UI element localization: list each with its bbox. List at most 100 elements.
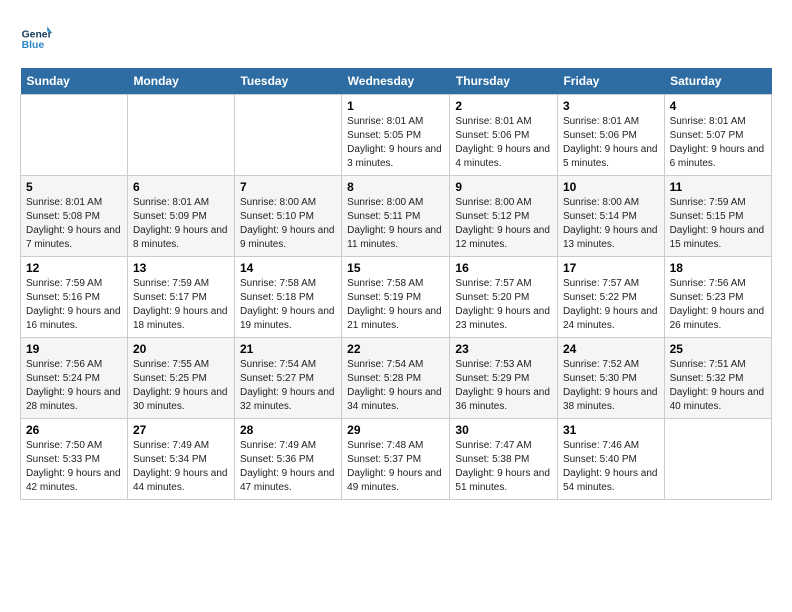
day-info: Sunrise: 8:01 AM Sunset: 5:08 PM Dayligh… <box>26 196 122 252</box>
calendar-day-7: 7Sunrise: 8:00 AM Sunset: 5:10 PM Daylig… <box>234 176 341 257</box>
day-info: Sunrise: 7:58 AM Sunset: 5:19 PM Dayligh… <box>347 277 444 333</box>
calendar-day-25: 25 Sunrise: 7:51 AM Sunset: 5:32 PM Dayli… <box>664 338 771 419</box>
calendar-day-9: 9 Sunrise: 8:00 AM Sunset: 5:12 PM Daylig… <box>450 176 558 257</box>
calendar-day-13: 13 Sunrise: 7:59 AM Sunset: 5:17 PM Dayli… <box>127 257 234 338</box>
calendar-day-2: 2Sunrise: 8:01 AM Sunset: 5:06 PM Daylig… <box>450 95 558 176</box>
day-number: 6 <box>133 180 229 194</box>
calendar-day-empty <box>21 95 128 176</box>
calendar-week-row: 26 Sunrise: 7:50 AM Sunset: 5:33 PM Dayli… <box>21 419 772 500</box>
calendar-day-empty <box>234 95 341 176</box>
day-number: 12 <box>26 261 122 275</box>
day-number: 25 <box>670 342 766 356</box>
calendar-day-28: 28 Sunrise: 7:49 AM Sunset: 5:36 PM Dayli… <box>234 419 341 500</box>
day-number: 15 <box>347 261 444 275</box>
calendar-header-row: SundayMondayTuesdayWednesdayThursdayFrid… <box>21 68 772 95</box>
calendar-day-11: 11 Sunrise: 7:59 AM Sunset: 5:15 PM Dayli… <box>664 176 771 257</box>
day-number: 8 <box>347 180 444 194</box>
day-number: 24 <box>563 342 659 356</box>
calendar-day-23: 23 Sunrise: 7:53 AM Sunset: 5:29 PM Dayli… <box>450 338 558 419</box>
day-info: Sunrise: 7:55 AM Sunset: 5:25 PM Dayligh… <box>133 358 229 414</box>
day-header-sunday: Sunday <box>21 68 128 95</box>
calendar-day-16: 16 Sunrise: 7:57 AM Sunset: 5:20 PM Dayli… <box>450 257 558 338</box>
day-info: Sunrise: 7:54 AM Sunset: 5:28 PM Dayligh… <box>347 358 444 414</box>
day-info: Sunrise: 8:00 AM Sunset: 5:11 PM Dayligh… <box>347 196 444 252</box>
day-number: 26 <box>26 423 122 437</box>
day-info: Sunrise: 8:00 AM Sunset: 5:14 PM Dayligh… <box>563 196 659 252</box>
calendar-day-19: 19Sunrise: 7:56 AM Sunset: 5:24 PM Dayli… <box>21 338 128 419</box>
calendar-day-5: 5 Sunrise: 8:01 AM Sunset: 5:08 PM Daylig… <box>21 176 128 257</box>
day-info: Sunrise: 7:53 AM Sunset: 5:29 PM Dayligh… <box>455 358 552 414</box>
day-number: 17 <box>563 261 659 275</box>
day-header-tuesday: Tuesday <box>234 68 341 95</box>
day-info: Sunrise: 7:50 AM Sunset: 5:33 PM Dayligh… <box>26 439 122 495</box>
day-number: 4 <box>670 99 766 113</box>
day-info: Sunrise: 7:56 AM Sunset: 5:24 PM Dayligh… <box>26 358 122 414</box>
calendar-day-empty <box>127 95 234 176</box>
calendar-day-8: 8 Sunrise: 8:00 AM Sunset: 5:11 PM Daylig… <box>342 176 450 257</box>
day-number: 22 <box>347 342 444 356</box>
calendar-day-29: 29 Sunrise: 7:48 AM Sunset: 5:37 PM Dayli… <box>342 419 450 500</box>
day-info: Sunrise: 7:46 AM Sunset: 5:40 PM Dayligh… <box>563 439 659 495</box>
calendar-day-24: 24 Sunrise: 7:52 AM Sunset: 5:30 PM Dayli… <box>557 338 664 419</box>
calendar-day-6: 6 Sunrise: 8:01 AM Sunset: 5:09 PM Daylig… <box>127 176 234 257</box>
day-info: Sunrise: 7:57 AM Sunset: 5:22 PM Dayligh… <box>563 277 659 333</box>
day-number: 11 <box>670 180 766 194</box>
calendar-day-31: 31 Sunrise: 7:46 AM Sunset: 5:40 PM Dayli… <box>557 419 664 500</box>
day-info: Sunrise: 7:49 AM Sunset: 5:36 PM Dayligh… <box>240 439 336 495</box>
calendar: SundayMondayTuesdayWednesdayThursdayFrid… <box>20 68 772 500</box>
day-info: Sunrise: 7:47 AM Sunset: 5:38 PM Dayligh… <box>455 439 552 495</box>
day-info: Sunrise: 7:48 AM Sunset: 5:37 PM Dayligh… <box>347 439 444 495</box>
day-info: Sunrise: 7:57 AM Sunset: 5:20 PM Dayligh… <box>455 277 552 333</box>
calendar-day-3: 3Sunrise: 8:01 AM Sunset: 5:06 PM Daylig… <box>557 95 664 176</box>
day-number: 20 <box>133 342 229 356</box>
day-number: 9 <box>455 180 552 194</box>
day-number: 21 <box>240 342 336 356</box>
day-info: Sunrise: 7:51 AM Sunset: 5:32 PM Dayligh… <box>670 358 766 414</box>
logo: General Blue <box>20 20 56 52</box>
day-number: 31 <box>563 423 659 437</box>
day-info: Sunrise: 7:59 AM Sunset: 5:15 PM Dayligh… <box>670 196 766 252</box>
day-info: Sunrise: 7:52 AM Sunset: 5:30 PM Dayligh… <box>563 358 659 414</box>
calendar-day-15: 15 Sunrise: 7:58 AM Sunset: 5:19 PM Dayli… <box>342 257 450 338</box>
day-info: Sunrise: 8:01 AM Sunset: 5:09 PM Dayligh… <box>133 196 229 252</box>
calendar-day-12: 12 Sunrise: 7:59 AM Sunset: 5:16 PM Dayli… <box>21 257 128 338</box>
calendar-day-21: 21 Sunrise: 7:54 AM Sunset: 5:27 PM Dayli… <box>234 338 341 419</box>
calendar-day-18: 18 Sunrise: 7:56 AM Sunset: 5:23 PM Dayli… <box>664 257 771 338</box>
day-info: Sunrise: 8:01 AM Sunset: 5:07 PM Dayligh… <box>670 115 766 171</box>
calendar-day-14: 14Sunrise: 7:58 AM Sunset: 5:18 PM Dayli… <box>234 257 341 338</box>
day-info: Sunrise: 7:59 AM Sunset: 5:17 PM Dayligh… <box>133 277 229 333</box>
day-number: 13 <box>133 261 229 275</box>
calendar-day-1: 1 Sunrise: 8:01 AM Sunset: 5:05 PM Daylig… <box>342 95 450 176</box>
calendar-week-row: 5 Sunrise: 8:01 AM Sunset: 5:08 PM Daylig… <box>21 176 772 257</box>
day-info: Sunrise: 7:54 AM Sunset: 5:27 PM Dayligh… <box>240 358 336 414</box>
calendar-day-22: 22 Sunrise: 7:54 AM Sunset: 5:28 PM Dayli… <box>342 338 450 419</box>
svg-text:Blue: Blue <box>22 40 45 51</box>
day-header-saturday: Saturday <box>664 68 771 95</box>
day-number: 18 <box>670 261 766 275</box>
day-info: Sunrise: 7:59 AM Sunset: 5:16 PM Dayligh… <box>26 277 122 333</box>
logo-icon: General Blue <box>20 20 52 52</box>
day-number: 27 <box>133 423 229 437</box>
calendar-day-17: 17 Sunrise: 7:57 AM Sunset: 5:22 PM Dayli… <box>557 257 664 338</box>
calendar-day-26: 26 Sunrise: 7:50 AM Sunset: 5:33 PM Dayli… <box>21 419 128 500</box>
day-number: 5 <box>26 180 122 194</box>
calendar-day-empty <box>664 419 771 500</box>
day-number: 23 <box>455 342 552 356</box>
day-number: 16 <box>455 261 552 275</box>
calendar-week-row: 19Sunrise: 7:56 AM Sunset: 5:24 PM Dayli… <box>21 338 772 419</box>
day-info: Sunrise: 8:01 AM Sunset: 5:06 PM Dayligh… <box>563 115 659 171</box>
day-info: Sunrise: 7:56 AM Sunset: 5:23 PM Dayligh… <box>670 277 766 333</box>
day-info: Sunrise: 8:01 AM Sunset: 5:06 PM Dayligh… <box>455 115 552 171</box>
day-header-monday: Monday <box>127 68 234 95</box>
day-info: Sunrise: 7:58 AM Sunset: 5:18 PM Dayligh… <box>240 277 336 333</box>
day-header-friday: Friday <box>557 68 664 95</box>
day-info: Sunrise: 8:00 AM Sunset: 5:12 PM Dayligh… <box>455 196 552 252</box>
day-number: 29 <box>347 423 444 437</box>
calendar-day-30: 30Sunrise: 7:47 AM Sunset: 5:38 PM Dayli… <box>450 419 558 500</box>
day-info: Sunrise: 8:01 AM Sunset: 5:05 PM Dayligh… <box>347 115 444 171</box>
day-number: 1 <box>347 99 444 113</box>
page-header: General Blue <box>20 20 772 52</box>
day-number: 28 <box>240 423 336 437</box>
day-header-wednesday: Wednesday <box>342 68 450 95</box>
calendar-day-4: 4 Sunrise: 8:01 AM Sunset: 5:07 PM Daylig… <box>664 95 771 176</box>
